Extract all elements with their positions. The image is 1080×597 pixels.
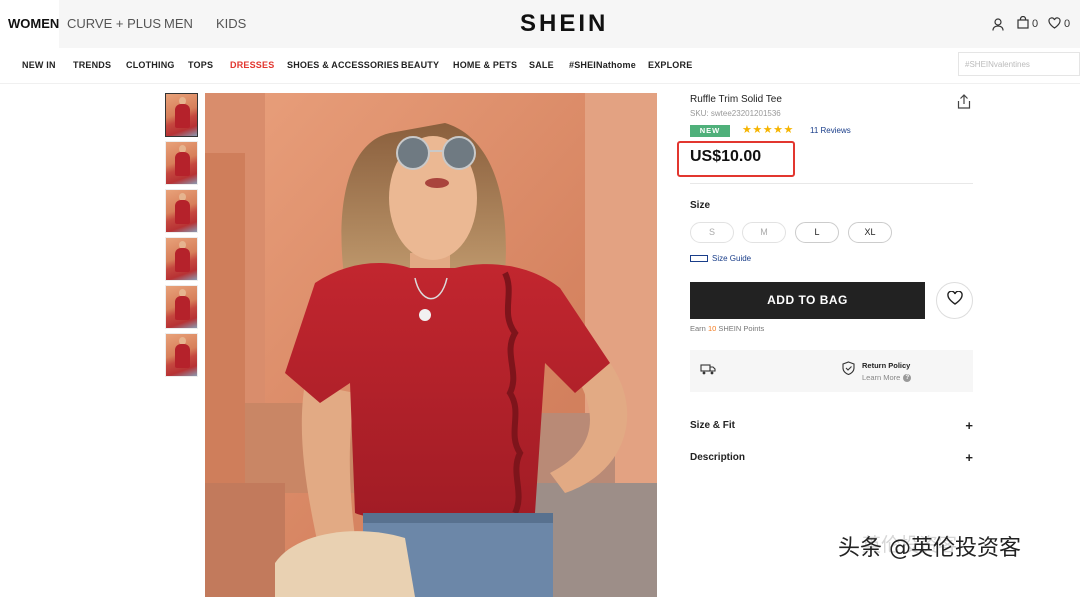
thumbnail-3[interactable]	[165, 189, 198, 233]
category-nav: NEW IN TRENDS CLOTHING TOPS DRESSES SHOE…	[0, 48, 1080, 84]
bag-count: 0	[1032, 18, 1039, 30]
wish-count: 0	[1064, 18, 1071, 30]
tab-women[interactable]: WOMEN	[0, 0, 59, 48]
size-guide-label: Size Guide	[712, 254, 752, 263]
product-sku: SKU: swtee23201201536	[690, 109, 781, 118]
bag-button[interactable]: 0	[1017, 15, 1039, 32]
watermark-text: 头条 @英伦投资客	[838, 536, 1021, 561]
share-icon[interactable]	[957, 94, 971, 114]
shipping-truck-icon[interactable]	[700, 362, 716, 380]
plus-icon: +	[965, 450, 973, 465]
search-input[interactable]: #SHEINvalentines	[958, 52, 1080, 76]
size-option-xl[interactable]: XL	[848, 222, 892, 243]
add-to-wishlist-button[interactable]	[936, 282, 973, 319]
accordion-description[interactable]: Description +	[690, 450, 973, 465]
new-badge: NEW	[690, 125, 730, 137]
plus-icon: +	[965, 418, 973, 433]
nav-home-pets[interactable]: HOME & PETS	[453, 60, 517, 70]
shein-logo[interactable]: SHEIN	[520, 10, 608, 38]
nav-dresses[interactable]: DRESSES	[230, 60, 274, 70]
heart-icon	[1048, 16, 1061, 32]
product-title: Ruffle Trim Solid Tee	[690, 94, 782, 105]
points-suffix: SHEIN Points	[716, 324, 765, 333]
nav-explore[interactable]: EXPLORE	[648, 60, 692, 70]
points-prefix: Earn	[690, 324, 708, 333]
size-guide-link[interactable]: Size Guide	[690, 254, 751, 263]
main-product-image[interactable]	[205, 93, 657, 597]
accordion-size-fit-label: Size & Fit	[690, 420, 736, 431]
tab-curve-plus[interactable]: CURVE + PLUS	[67, 0, 161, 48]
thumbnail-5[interactable]	[165, 285, 198, 329]
return-policy-title: Return Policy	[862, 361, 911, 370]
heart-icon	[946, 290, 963, 310]
reviews-link[interactable]: 11 Reviews	[810, 126, 851, 135]
nav-tops[interactable]: TOPS	[188, 60, 213, 70]
nav-sheinathome[interactable]: #SHEINathome	[569, 60, 636, 70]
question-icon: ?	[903, 373, 912, 382]
thumbnail-6[interactable]	[165, 333, 198, 377]
size-label: Size	[690, 200, 711, 211]
wishlist-button[interactable]: 0	[1048, 16, 1070, 32]
size-option-m[interactable]: M	[742, 222, 786, 243]
tab-kids[interactable]: KIDS	[216, 0, 246, 48]
shein-points-text: Earn 10 SHEIN Points	[690, 324, 764, 333]
product-price: US$10.00	[690, 148, 762, 165]
ruler-icon	[690, 255, 708, 262]
thumbnail-2[interactable]	[165, 141, 198, 185]
thumbnail-1[interactable]	[165, 93, 198, 137]
shipping-return-box	[690, 350, 973, 392]
nav-shoes-accessories[interactable]: SHOES & ACCESSORIES	[287, 60, 399, 70]
divider	[690, 183, 973, 184]
add-to-bag-button[interactable]: ADD TO BAG	[690, 282, 925, 319]
accordion-size-fit[interactable]: Size & Fit +	[690, 418, 973, 433]
account-icon[interactable]	[992, 16, 1004, 32]
learn-more-link[interactable]: Learn More ?	[862, 373, 912, 382]
top-bar: WOMEN CURVE + PLUS MEN KIDS SHEIN 0 0	[0, 0, 1080, 48]
star-rating-icon: ★★★★★	[742, 124, 794, 136]
size-option-s[interactable]: S	[690, 222, 734, 243]
shield-check-icon	[842, 361, 855, 380]
nav-sale[interactable]: SALE	[529, 60, 554, 70]
thumbnail-4[interactable]	[165, 237, 198, 281]
bag-icon	[1017, 15, 1029, 32]
accordion-description-label: Description	[690, 452, 746, 463]
nav-trends[interactable]: TRENDS	[73, 60, 111, 70]
tab-men[interactable]: MEN	[164, 0, 193, 48]
learn-more-label: Learn More	[862, 373, 901, 382]
nav-beauty[interactable]: BEAUTY	[401, 60, 439, 70]
nav-clothing[interactable]: CLOTHING	[126, 60, 175, 70]
size-option-l[interactable]: L	[795, 222, 839, 243]
nav-new-in[interactable]: NEW IN	[22, 60, 56, 70]
